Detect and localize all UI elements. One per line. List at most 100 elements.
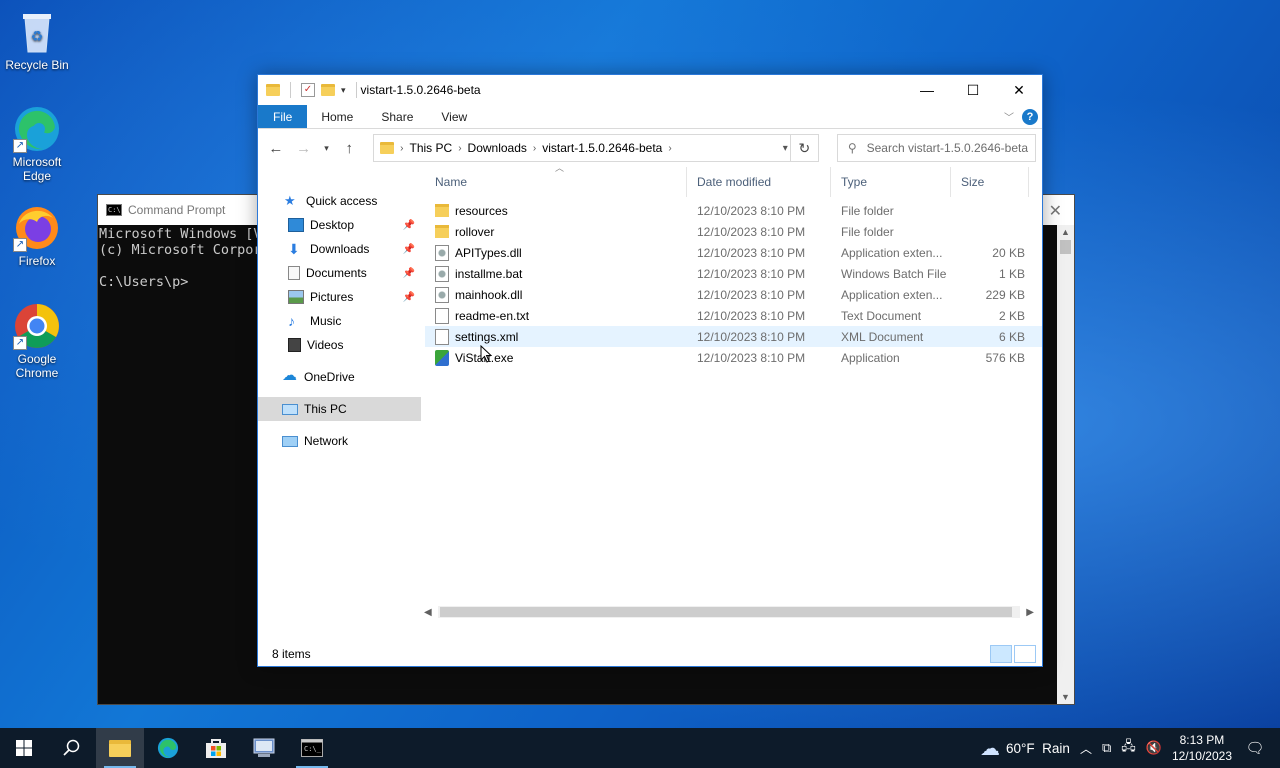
up-button[interactable]: ↑: [337, 140, 361, 157]
taskbar-app[interactable]: [240, 728, 288, 768]
nav-music[interactable]: ♪ Music: [258, 309, 421, 333]
nav-this-pc[interactable]: This PC: [258, 397, 421, 421]
forward-button[interactable]: →: [292, 140, 316, 157]
file-name-cell[interactable]: readme-en.txt: [425, 307, 687, 324]
search-box[interactable]: ⚲ Search vistart-1.5.0.2646-beta: [836, 134, 1036, 162]
close-button[interactable]: ✕: [996, 75, 1042, 105]
taskbar-edge[interactable]: [144, 728, 192, 768]
desktop-icon-edge[interactable]: ↗ Microsoft Edge: [0, 105, 74, 183]
large-icons-view-button[interactable]: [1014, 645, 1036, 663]
refresh-button[interactable]: ↻: [789, 135, 818, 161]
nav-videos[interactable]: Videos: [258, 333, 421, 357]
desktop-icon-recycle-bin[interactable]: ♻ Recycle Bin: [0, 8, 74, 72]
file-list: ︿ Name Date modified Type Size resources…: [425, 163, 1042, 644]
tab-share[interactable]: Share: [367, 105, 427, 128]
breadcrumb-current-folder[interactable]: vistart-1.5.0.2646-beta: [536, 141, 668, 155]
details-view-button[interactable]: [990, 645, 1012, 663]
computer-management-icon: [253, 738, 275, 757]
chevron-right-icon[interactable]: ›: [668, 143, 671, 154]
file-date-modified: 12/10/2023 8:10 PM: [697, 203, 806, 218]
tab-file[interactable]: File: [258, 105, 308, 128]
nav-onedrive[interactable]: ☁ OneDrive: [258, 365, 421, 389]
status-bar: 8 items: [258, 642, 1042, 666]
file-size: 576 KB: [985, 350, 1025, 365]
file-name-cell[interactable]: ViStart.exe: [425, 349, 687, 366]
scroll-right-icon[interactable]: ▶: [1026, 607, 1034, 618]
file-row[interactable]: ViStart.exe 12/10/2023 8:10 PM Application…: [425, 347, 1042, 368]
settings-file-icon: [435, 265, 449, 282]
file-row[interactable]: APITypes.dll 12/10/2023 8:10 PM Applicatio…: [425, 242, 1042, 263]
breadcrumb-downloads[interactable]: Downloads: [462, 141, 533, 155]
weather-text: 60°F Rain: [1006, 740, 1070, 756]
weather-widget[interactable]: ☁ 60°F Rain: [980, 736, 1070, 761]
document-icon: [435, 328, 449, 345]
close-icon[interactable]: ✕: [1049, 201, 1062, 221]
nav-label: Videos: [307, 338, 344, 352]
network-icon[interactable]: 🖧: [1121, 737, 1136, 759]
minimize-button[interactable]: —: [904, 75, 950, 105]
desktop-icon-firefox[interactable]: ↗ Firefox: [0, 204, 74, 268]
file-row[interactable]: installme.bat 12/10/2023 8:10 PM Windows B…: [425, 263, 1042, 284]
horizontal-scrollbar[interactable]: ◀ ▶: [424, 604, 1034, 620]
column-type[interactable]: Type: [831, 167, 951, 197]
file-name-cell[interactable]: mainhook.dll: [425, 286, 687, 303]
settings-file-icon: [435, 244, 449, 261]
meet-now-icon[interactable]: ⧉: [1102, 740, 1111, 756]
chevron-down-icon[interactable]: ▾: [341, 85, 346, 96]
notification-icon[interactable]: 🗨: [1242, 739, 1268, 757]
column-date-modified[interactable]: Date modified: [687, 167, 831, 197]
svg-text:♻: ♻: [31, 28, 44, 44]
nav-quick-access[interactable]: ★ Quick access: [258, 189, 421, 213]
desktop-icon-chrome[interactable]: ↗ Google Chrome: [0, 302, 74, 380]
expand-ribbon-icon[interactable]: ﹀: [1004, 109, 1014, 124]
file-row[interactable]: settings.xml 12/10/2023 8:10 PM XML Docume…: [425, 326, 1042, 347]
file-name: installme.bat: [455, 266, 523, 281]
clock[interactable]: 8:13 PM 12/10/2023: [1172, 732, 1232, 764]
properties-icon[interactable]: ✓: [301, 83, 315, 97]
nav-network[interactable]: Network: [258, 429, 421, 453]
start-button[interactable]: [0, 728, 48, 768]
nav-documents[interactable]: Documents 📌: [258, 261, 421, 285]
file-name-cell[interactable]: settings.xml: [425, 328, 687, 345]
nav-downloads[interactable]: ⬇ Downloads 📌: [258, 237, 421, 261]
maximize-button[interactable]: ☐: [950, 75, 996, 105]
separator: [355, 82, 357, 98]
scroll-thumb[interactable]: [439, 607, 1013, 617]
address-bar[interactable]: › This PC › Downloads › vistart-1.5.0.26…: [373, 134, 819, 162]
volume-muted-icon[interactable]: 🔇: [1146, 740, 1162, 756]
pin-icon: 📌: [402, 219, 415, 231]
file-name-cell[interactable]: resources: [425, 204, 687, 218]
scroll-left-icon[interactable]: ◀: [424, 607, 432, 618]
explorer-content: ★ Quick access Desktop 📌 ⬇ Downloads 📌 D…: [258, 163, 1042, 644]
column-size[interactable]: Size: [951, 167, 1029, 197]
tab-view[interactable]: View: [427, 105, 481, 128]
file-row[interactable]: rollover 12/10/2023 8:10 PM File folder: [425, 221, 1042, 242]
file-name-cell[interactable]: installme.bat: [425, 265, 687, 282]
file-row[interactable]: resources 12/10/2023 8:10 PM File folder: [425, 200, 1042, 221]
scroll-track[interactable]: [437, 606, 1021, 618]
taskbar-file-explorer[interactable]: [96, 728, 144, 768]
pin-icon: 📌: [402, 291, 415, 303]
new-folder-icon[interactable]: [321, 84, 335, 96]
nav-pictures[interactable]: Pictures 📌: [258, 285, 421, 309]
chevron-up-icon[interactable]: ︿: [1080, 740, 1092, 757]
back-button[interactable]: ←: [264, 140, 288, 157]
help-icon[interactable]: ?: [1022, 109, 1038, 125]
nav-desktop[interactable]: Desktop 📌: [258, 213, 421, 237]
taskbar-command-prompt[interactable]: C:\_: [288, 728, 336, 768]
explorer-titlebar[interactable]: ✓ ▾ vistart-1.5.0.2646-beta — ☐ ✕: [258, 75, 1042, 105]
breadcrumb-this-pc[interactable]: This PC: [404, 141, 459, 155]
file-row[interactable]: readme-en.txt 12/10/2023 8:10 PM Text Docu…: [425, 305, 1042, 326]
chevron-down-icon[interactable]: ▾: [783, 143, 788, 154]
file-name: resources: [455, 203, 508, 218]
tab-home[interactable]: Home: [307, 105, 367, 128]
documents-icon: [288, 266, 300, 280]
search-button[interactable]: [48, 728, 96, 768]
recent-locations-button[interactable]: ▾: [320, 143, 334, 154]
file-name-cell[interactable]: rollover: [425, 225, 687, 239]
file-explorer-window[interactable]: ✓ ▾ vistart-1.5.0.2646-beta — ☐ ✕ File H…: [257, 74, 1043, 667]
file-name-cell[interactable]: APITypes.dll: [425, 244, 687, 261]
file-row[interactable]: mainhook.dll 12/10/2023 8:10 PM Applicatio…: [425, 284, 1042, 305]
cmd-scrollbar[interactable]: ▲ ▼: [1057, 225, 1074, 704]
taskbar-store[interactable]: [192, 728, 240, 768]
